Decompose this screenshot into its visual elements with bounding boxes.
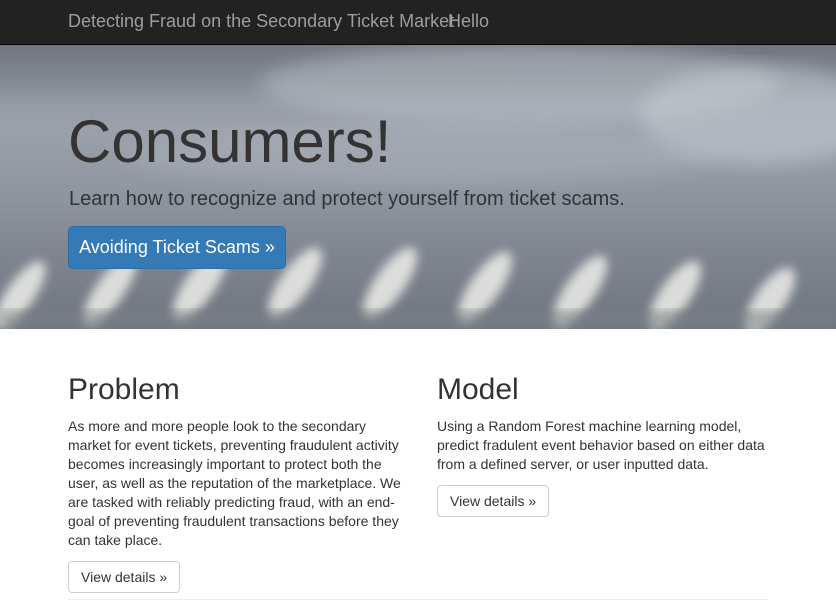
model-column: Model Using a Random Forest machine lear… (437, 372, 782, 517)
hero-jumbotron: Consumers! Learn how to recognize and pr… (0, 45, 836, 329)
navbar-brand-link[interactable]: Detecting Fraud on the Secondary Ticket … (68, 11, 454, 31)
top-navbar: Detecting Fraud on the Secondary Ticket … (0, 0, 836, 45)
model-heading: Model (437, 373, 519, 406)
problem-view-details-button[interactable]: View details » (68, 561, 181, 593)
model-view-details-button[interactable]: View details » (437, 485, 550, 517)
problem-column: Problem As more and more people look to … (68, 372, 408, 593)
hero-lead-text: Learn how to recognize and protect yours… (69, 188, 625, 210)
hero-headline: Consumers! (68, 108, 392, 175)
footer-divider (68, 599, 768, 600)
model-description: Using a Random Forest machine learning m… (437, 418, 765, 472)
problem-description: As more and more people look to the seco… (68, 418, 401, 548)
avoiding-ticket-scams-button[interactable]: Avoiding Ticket Scams » (68, 226, 286, 269)
problem-heading: Problem (68, 373, 180, 406)
nav-link-hello[interactable]: Hello (448, 11, 489, 31)
